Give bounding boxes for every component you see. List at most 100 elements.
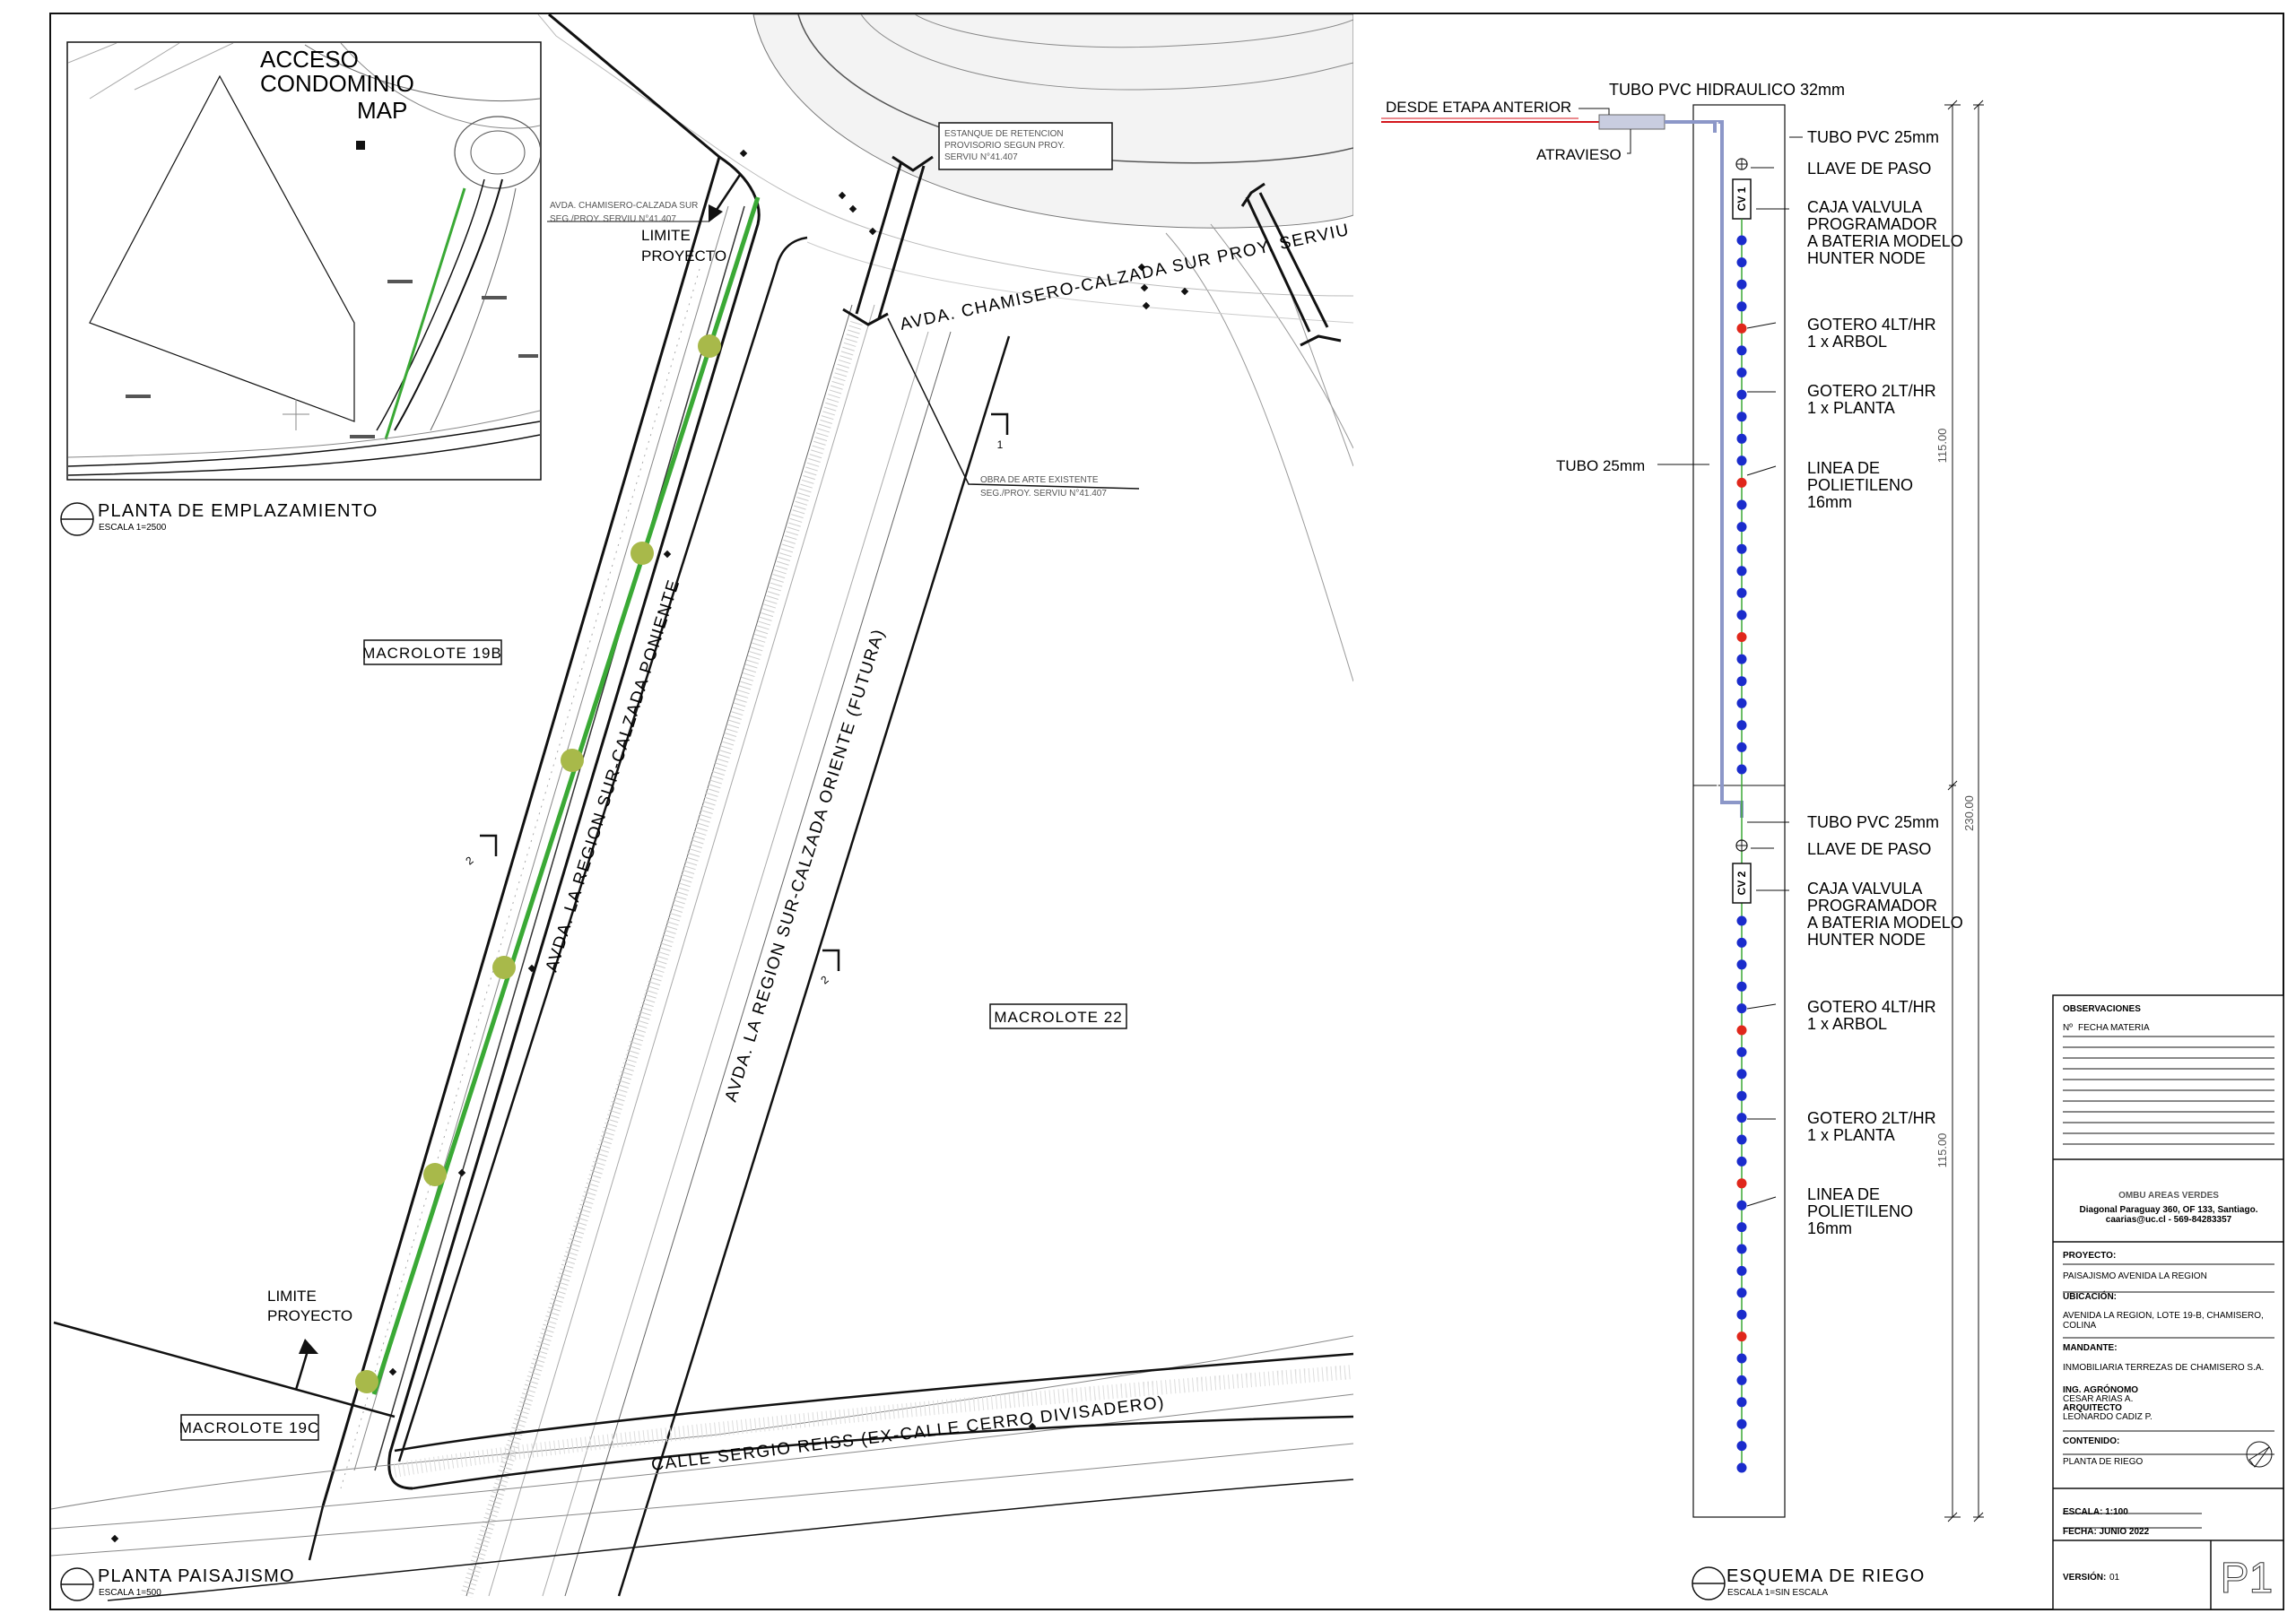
main-title: PLANTA PAISAJISMO ESCALA 1=500 [60,1566,295,1601]
gotero-plant-emitter [1736,1069,1747,1080]
svg-text:AVDA. CHAMISERO-CALZADA SUR: AVDA. CHAMISERO-CALZADA SUR [550,201,698,211]
gotero-plant-emitter [1736,1375,1747,1385]
gotero-plant-emitter [1736,1418,1747,1429]
svg-text:CONTENIDO:: CONTENIDO: [2063,1436,2119,1446]
gotero-plant-emitter [1736,455,1747,466]
gotero-plant-emitter [1736,499,1747,510]
svg-text:PROYECTO: PROYECTO [641,247,726,265]
gotero-plant-emitter [1736,433,1747,444]
svg-text:TUBO PVC 25mm: TUBO PVC 25mm [1807,813,1939,831]
gotero-plant-emitter [1736,720,1747,731]
svg-text:ATRAVIESO: ATRAVIESO [1536,146,1622,163]
gotero-tree-emitter [1736,1025,1747,1036]
limite-arrowhead-bottom [299,1339,318,1354]
svg-text:MACROLOTE 19B: MACROLOTE 19B [362,645,502,662]
gotero-plant-emitter [1736,301,1747,312]
tree-4 [492,956,516,979]
title-block: OBSERVACIONES Nº FECHA MATERIA OMBU AREA… [2052,994,2284,1610]
svg-text:ESTANQUE DE RETENCION: ESTANQUE DE RETENCION [944,129,1064,139]
gotero-plant-emitter [1736,937,1747,948]
irrigation-schema: CV 1 CV 2 115.00 115.00 230.00 DESDE ETA… [1381,81,1984,1600]
gotero-plant-emitter [1736,676,1747,687]
svg-text:POLIETILENO: POLIETILENO [1807,476,1913,494]
svg-text:POLIETILENO: POLIETILENO [1807,1202,1913,1220]
supply-pipe-blue [1665,120,1717,133]
gotero-plant-emitter [1736,257,1747,268]
svg-text:UBICACIÓN:: UBICACIÓN: [2063,1290,2117,1302]
svg-text:16mm: 16mm [1807,1219,1852,1237]
svg-text:2: 2 [463,854,475,867]
svg-text:ESCALA: 1:100: ESCALA: 1:100 [2063,1507,2128,1517]
svg-text:PROYECTO:: PROYECTO: [2063,1251,2116,1261]
gotero-plant-emitter [1736,345,1747,356]
svg-text:GOTERO 2LT/HR: GOTERO 2LT/HR [1807,382,1936,400]
sheet-number: P1 [2221,1555,2274,1602]
svg-text:HUNTER NODE: HUNTER NODE [1807,931,1926,949]
gotero-plant-emitter [1736,1113,1747,1123]
schema-title: ESQUEMA DE RIEGO ESCALA 1=SIN ESCALA [1692,1566,1925,1600]
svg-text:PLANTA PAISAJISMO: PLANTA PAISAJISMO [98,1566,295,1586]
svg-text:ACCESO: ACCESO [260,46,359,73]
gotero-plant-emitter [1736,981,1747,992]
gotero-plant-emitter [1736,1288,1747,1298]
svg-text:PAISAJISMO AVENIDA LA REGION: PAISAJISMO AVENIDA LA REGION [2063,1271,2207,1281]
gotero-plant-emitter [1736,566,1747,577]
svg-text:ESCALA 1=2500: ESCALA 1=2500 [99,523,167,533]
limite-label-top: LIMITE PROYECTO [641,227,726,265]
section-marker-1: 1 [991,412,1009,451]
svg-text:GOTERO 4LT/HR: GOTERO 4LT/HR [1807,316,1936,334]
gotero-plant-emitter [1736,698,1747,708]
oriente-line-4 [542,331,929,1597]
gotero-plant-emitter [1736,412,1747,422]
gotero-plant-emitter [1736,543,1747,554]
gotero-tree-emitter [1736,477,1747,488]
svg-text:GOTERO 2LT/HR: GOTERO 2LT/HR [1807,1109,1936,1127]
svg-text:DESDE ETAPA ANTERIOR: DESDE ETAPA ANTERIOR [1386,99,1571,116]
svg-text:TUBO 25mm: TUBO 25mm [1556,457,1645,474]
svg-text:CAJA VALVULA: CAJA VALVULA [1807,198,1922,216]
svg-text:PROGRAMADOR: PROGRAMADOR [1807,897,1937,915]
svg-text:HUNTER NODE: HUNTER NODE [1807,249,1926,267]
gotero-plant-emitter [1736,1003,1747,1014]
gotero-plant-emitter [1736,610,1747,620]
tree-3 [561,749,584,772]
schema-leaders [1578,108,1803,1207]
gotero-plant-emitter [1736,764,1747,775]
svg-text:CV 2: CV 2 [1735,871,1748,895]
svg-text:ESQUEMA DE RIEGO: ESQUEMA DE RIEGO [1726,1566,1925,1586]
gotero-plant-emitter [1736,1090,1747,1101]
svg-text:MATERIA: MATERIA [2110,1023,2150,1033]
tree-6 [355,1370,378,1393]
svg-text:OMBU AREAS VERDES: OMBU AREAS VERDES [2118,1191,2219,1201]
svg-text:TUBO PVC 25mm: TUBO PVC 25mm [1807,128,1939,146]
gotero-plant-emitter [1736,389,1747,400]
svg-text:A BATERIA MODELO: A BATERIA MODELO [1807,232,1963,250]
atravieso-sleeve [1598,114,1665,130]
gotero-plant-emitter [1736,742,1747,752]
gotero-plant-emitter [1736,279,1747,290]
svg-text:INMOBILIARIA TERREZAS DE CHAMI: INMOBILIARIA TERREZAS DE CHAMISERO S.A. [2063,1363,2264,1373]
svg-text:caarias@uc.cl - 569-84283357: caarias@uc.cl - 569-84283357 [2106,1215,2232,1225]
svg-text:1 x ARBOL: 1 x ARBOL [1807,1015,1887,1033]
svg-text:COLINA: COLINA [2063,1321,2097,1331]
corner-curb [308,1505,325,1561]
svg-text:PROVISORIO SEGUN PROY.: PROVISORIO SEGUN PROY. [944,141,1065,151]
drawing-sheet: 1 2 2 AVDA. LA REGION SUR-CALZADA PONIEN… [49,13,2284,1610]
svg-text:1 x PLANTA: 1 x PLANTA [1807,399,1895,417]
gotero-plant-emitter [1736,1265,1747,1276]
oriente-line-3 [488,304,875,1597]
gotero-plant-emitter [1736,368,1747,377]
trees [355,334,721,1393]
tree-1 [698,334,721,358]
gotero-plant-emitter [1736,522,1747,533]
svg-text:01: 01 [2109,1573,2120,1583]
macrolote-19c: MACROLOTE 19C [179,1414,319,1441]
gotero-plant-emitter [1736,959,1747,970]
limite-label-bottom: LIMITE PROYECTO [267,1288,352,1324]
svg-text:Diagonal Paraguay 360, OF 133,: Diagonal Paraguay 360, OF 133, Santiago. [2080,1205,2258,1215]
svg-text:1 x PLANTA: 1 x PLANTA [1807,1126,1895,1144]
gotero-tree-emitter [1736,1331,1747,1342]
svg-text:TUBO PVC HIDRAULICO 32mm: TUBO PVC HIDRAULICO 32mm [1609,81,1845,99]
macrolote-19b: MACROLOTE 19B [362,639,502,665]
svg-text:1: 1 [997,438,1004,451]
